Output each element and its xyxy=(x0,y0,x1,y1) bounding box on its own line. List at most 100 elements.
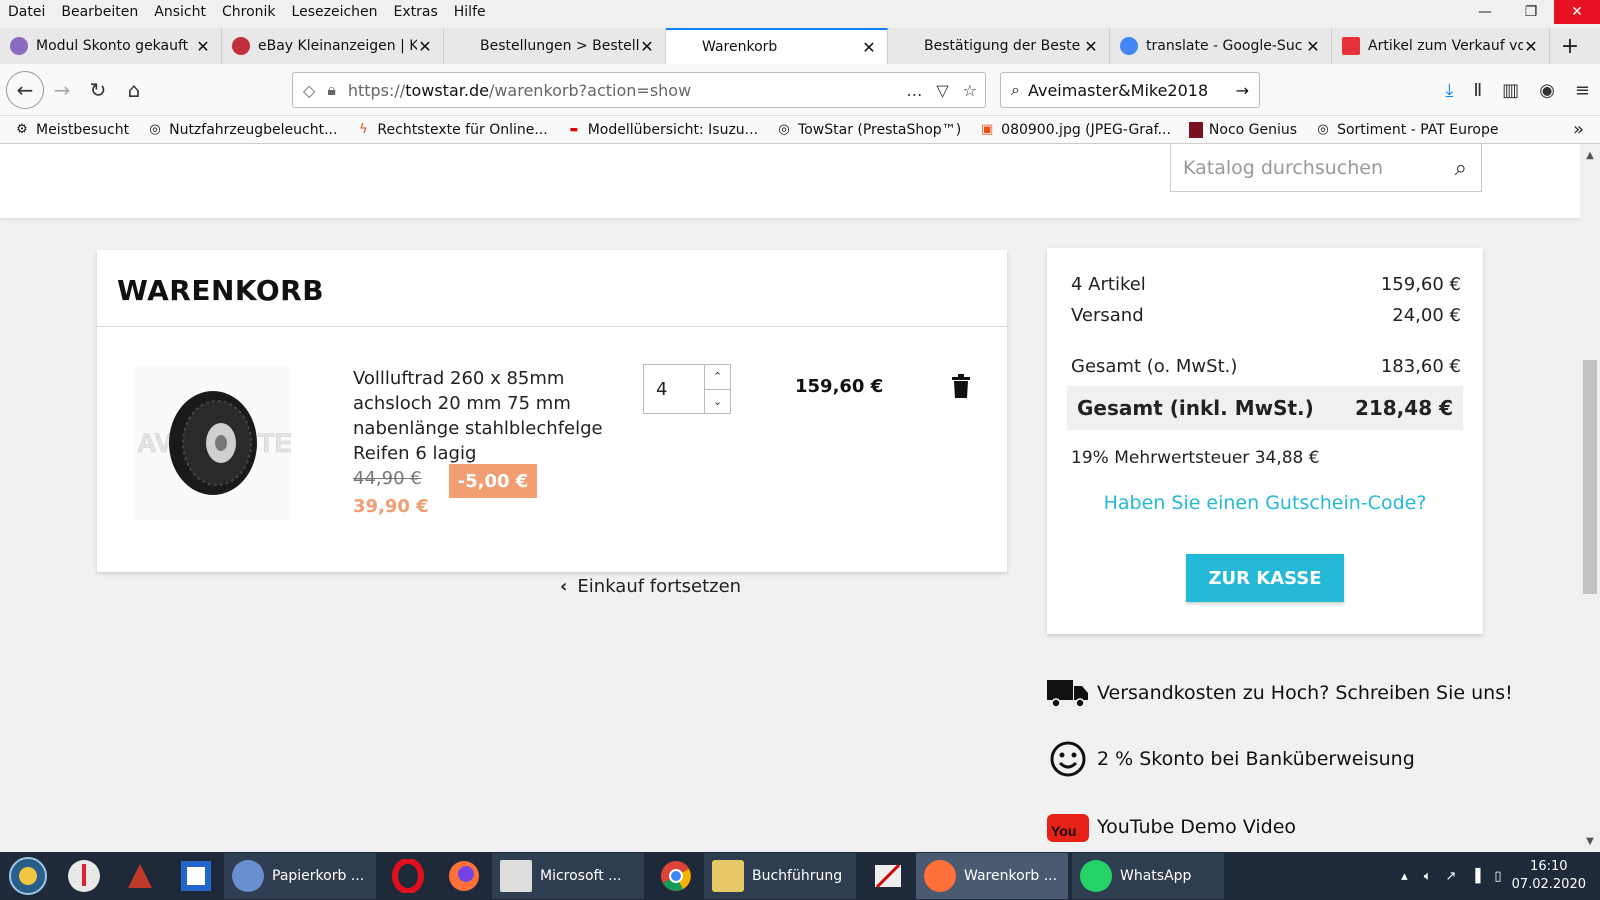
network-icon[interactable]: ↗ xyxy=(1446,869,1457,884)
continue-shopping-link[interactable]: ‹ Einkauf fortsetzen xyxy=(560,576,741,597)
tools-app-icon[interactable] xyxy=(168,852,224,900)
close-icon[interactable]: ✕ xyxy=(861,38,877,57)
catalog-search-input[interactable]: Katalog durchsuchen ⌕ xyxy=(1170,144,1482,192)
maximize-button[interactable]: ❐ xyxy=(1508,0,1554,24)
quantity-up-button[interactable]: ⌃ xyxy=(705,365,730,390)
product-image[interactable]: AVEIMASTER xyxy=(135,366,312,520)
taskbar-whatsapp[interactable]: WhatsApp xyxy=(1072,853,1224,899)
truck-icon xyxy=(1047,672,1089,714)
tab-bestellungen[interactable]: Bestellungen > Bestell ✕ xyxy=(444,28,666,64)
summary-shipping-row: Versand 24,00 € xyxy=(1071,305,1461,326)
quantity-stepper[interactable]: 4 ⌃ ⌄ xyxy=(643,364,731,414)
tab-modul-skonto[interactable]: Modul Skonto gekauft ✕ xyxy=(0,28,222,64)
close-icon[interactable]: ✕ xyxy=(639,37,655,56)
menu-lesezeichen[interactable]: Lesezeichen xyxy=(284,4,386,20)
tray-expand-icon[interactable]: ▴ xyxy=(1401,869,1408,884)
pinned-app-icon[interactable] xyxy=(56,852,112,900)
close-icon[interactable]: ✕ xyxy=(1305,37,1321,56)
opera-icon[interactable] xyxy=(380,852,436,900)
menu-bearbeiten[interactable]: Bearbeiten xyxy=(53,4,146,20)
bookmark-meistbesucht[interactable]: ⚙ Meistbesucht xyxy=(14,122,129,138)
ccleaner-icon[interactable] xyxy=(112,852,168,900)
voucher-link[interactable]: Haben Sie einen Gutschein-Code? xyxy=(1047,492,1483,514)
start-button[interactable] xyxy=(0,852,56,900)
tab-warenkorb[interactable]: Warenkorb ✕ xyxy=(666,28,888,64)
folder-icon xyxy=(712,860,744,892)
more-bookmarks-icon[interactable]: » xyxy=(1573,119,1584,140)
tab-artikel-verkauf[interactable]: Artikel zum Verkauf vo ✕ xyxy=(1332,28,1550,64)
reassurance-label: Versandkosten zu Hoch? Schreiben Sie uns… xyxy=(1097,682,1513,704)
signal-icon[interactable]: ▐ xyxy=(1470,869,1480,884)
tab-ebay[interactable]: eBay Kleinanzeigen | K ✕ xyxy=(222,28,444,64)
forward-button[interactable]: → xyxy=(44,72,80,108)
scroll-thumb[interactable] xyxy=(1583,360,1597,594)
scroll-up-icon[interactable]: ▲ xyxy=(1580,146,1600,164)
tab-bestaetigung[interactable]: Bestätigung der Beste ✕ xyxy=(888,28,1110,64)
search-input[interactable]: Aveimaster&Mike2018 xyxy=(1028,81,1236,100)
lock-icon[interactable]: 🔒︎ xyxy=(327,80,336,100)
quantity-down-button[interactable]: ⌄ xyxy=(705,390,730,414)
sidebar-icon[interactable]: ▥ xyxy=(1502,80,1519,101)
page-scrollbar[interactable]: ▲ ▼ xyxy=(1580,144,1600,852)
cart-panel: WARENKORB AVEIMASTER Vollluftrad 260 x 8… xyxy=(97,250,1007,572)
product-name-link[interactable]: Vollluftrad 260 x 85mm achsloch 20 mm 75… xyxy=(353,366,603,466)
url-prefix: https:// xyxy=(347,80,406,100)
bookmark-jpeg[interactable]: ▣ 080900.jpg (JPEG-Graf... xyxy=(979,122,1171,138)
volume-icon[interactable]: 🔈︎ xyxy=(1424,869,1432,884)
close-icon[interactable]: ✕ xyxy=(195,37,211,56)
minimize-button[interactable]: — xyxy=(1462,0,1508,24)
window-controls: — ❐ ✕ xyxy=(1462,0,1600,24)
taskbar-microsoft[interactable]: Microsoft ... xyxy=(492,853,644,899)
close-window-button[interactable]: ✕ xyxy=(1554,0,1600,24)
scroll-down-icon[interactable]: ▼ xyxy=(1580,832,1600,850)
download-icon[interactable]: ⤓ xyxy=(1445,80,1453,101)
firefox-icon xyxy=(924,860,956,892)
pocket-icon[interactable]: ▽ xyxy=(936,81,948,100)
new-tab-button[interactable]: + xyxy=(1550,28,1590,64)
bookmark-isuzu[interactable]: ▬ Modellübersicht: Isuzu... xyxy=(566,122,758,138)
continue-shopping-label: Einkauf fortsetzen xyxy=(577,576,742,597)
chrome-icon[interactable] xyxy=(648,852,704,900)
back-button[interactable]: ← xyxy=(6,70,44,109)
close-icon[interactable]: ✕ xyxy=(417,37,433,56)
quantity-input[interactable]: 4 xyxy=(644,365,704,413)
menu-hilfe[interactable]: Hilfe xyxy=(446,4,494,20)
tab-translate[interactable]: translate - Google-Suc ✕ xyxy=(1110,28,1332,64)
menu-chronik[interactable]: Chronik xyxy=(214,4,284,20)
trash-icon[interactable] xyxy=(951,374,971,398)
menu-ansicht[interactable]: Ansicht xyxy=(146,4,214,20)
bookmark-towstar[interactable]: ◎ TowStar (PrestaShop™) xyxy=(776,122,961,138)
discount-badge: -5,00 € xyxy=(449,464,537,498)
clock[interactable]: 16:10 07.02.2020 xyxy=(1512,858,1586,894)
search-icon[interactable]: ⌕ xyxy=(1455,156,1467,181)
taskbar-warenkorb[interactable]: Warenkorb ... xyxy=(916,853,1068,899)
more-actions-icon[interactable]: … xyxy=(906,81,922,100)
image-icon: ▣ xyxy=(981,122,994,137)
checkout-button[interactable]: ZUR KASSE xyxy=(1186,554,1344,602)
shield-icon[interactable]: ◇ xyxy=(303,81,315,100)
menu-icon[interactable]: ≡ xyxy=(1575,80,1590,101)
reassurance-youtube[interactable]: You YouTube Demo Video xyxy=(1047,806,1296,848)
account-icon[interactable]: ◉ xyxy=(1539,80,1555,101)
home-button[interactable]: ⌂ xyxy=(116,72,152,108)
battery-icon[interactable]: ▯ xyxy=(1494,869,1501,884)
taskbar-papierkorb[interactable]: Papierkorb ... xyxy=(224,853,376,899)
search-bar[interactable]: ⌕ Aveimaster&Mike2018 → xyxy=(1000,72,1260,108)
library-icon[interactable]: Ⅱ xyxy=(1473,80,1482,101)
bookmark-noco[interactable]: Noco Genius xyxy=(1188,121,1297,138)
close-icon[interactable]: ✕ xyxy=(1083,37,1099,56)
close-icon[interactable]: ✕ xyxy=(1523,37,1539,56)
reload-button[interactable]: ↻ xyxy=(80,72,116,108)
bookmark-rechtstexte[interactable]: ϟ Rechtstexte für Online... xyxy=(355,122,548,138)
url-bar[interactable]: ◇ 🔒︎ https://towstar.de/warenkorb?action… xyxy=(292,72,986,108)
firefox-icon[interactable] xyxy=(436,852,492,900)
menu-datei[interactable]: Datei xyxy=(0,4,53,20)
snipping-tool-icon[interactable] xyxy=(860,852,916,900)
menu-extras[interactable]: Extras xyxy=(386,4,446,20)
bookmark-nutzfahrzeug[interactable]: ◎ Nutzfahrzeugbeleucht... xyxy=(147,122,337,138)
taskbar-buchfuehrung[interactable]: Buchführung xyxy=(704,853,856,899)
arrow-right-icon[interactable]: → xyxy=(1236,81,1249,100)
bookmark-pat-europe[interactable]: ◎ Sortiment - PAT Europe xyxy=(1315,122,1498,138)
noco-icon xyxy=(1188,121,1203,138)
bookmark-star-icon[interactable]: ☆ xyxy=(963,81,977,100)
